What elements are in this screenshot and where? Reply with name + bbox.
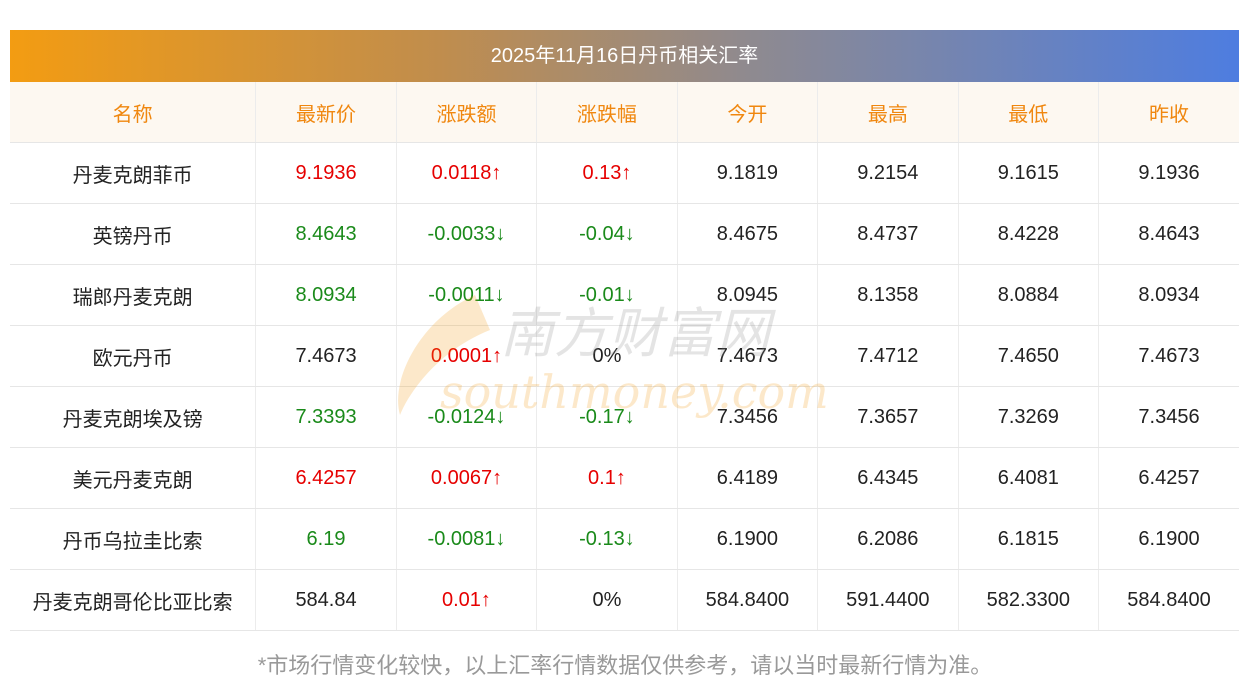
table-header-row: 名称 最新价 涨跌额 涨跌幅 今开 最高 最低 昨收 xyxy=(10,82,1239,143)
row-pct: -0.04↓ xyxy=(536,203,678,265)
row-latest: 7.4673 xyxy=(255,325,397,387)
row-name: 丹麦克朗埃及镑 xyxy=(10,386,256,448)
row-high: 8.1358 xyxy=(817,264,959,326)
row-high: 7.4712 xyxy=(817,325,959,387)
row-high: 6.2086 xyxy=(817,508,959,570)
row-high: 6.4345 xyxy=(817,447,959,509)
table-row: 欧元丹币 7.4673 0.0001↑ 0% 7.4673 7.4712 7.4… xyxy=(10,325,1239,387)
table-row: 美元丹麦克朗 6.4257 0.0067↑ 0.1↑ 6.4189 6.4345… xyxy=(10,447,1239,509)
row-low: 8.4228 xyxy=(957,203,1099,265)
col-header-latest: 最新价 xyxy=(255,82,397,143)
row-name: 丹麦克朗哥伦比亚比索 xyxy=(10,569,256,631)
row-low: 7.4650 xyxy=(957,325,1099,387)
row-change: -0.0124↓ xyxy=(395,386,537,448)
row-name: 英镑丹币 xyxy=(10,203,256,265)
row-change: 0.0118↑ xyxy=(395,142,537,204)
row-open: 9.1819 xyxy=(676,142,818,204)
row-open: 8.4675 xyxy=(676,203,818,265)
col-header-low: 最低 xyxy=(957,82,1099,143)
row-change: -0.0081↓ xyxy=(395,508,537,570)
col-header-prev: 昨收 xyxy=(1098,82,1239,143)
row-prev: 7.3456 xyxy=(1098,386,1239,448)
row-open: 7.4673 xyxy=(676,325,818,387)
table-row: 英镑丹币 8.4643 -0.0033↓ -0.04↓ 8.4675 8.473… xyxy=(10,203,1239,265)
row-pct: -0.17↓ xyxy=(536,386,678,448)
row-pct: 0.13↑ xyxy=(536,142,678,204)
col-header-open: 今开 xyxy=(676,82,818,143)
rate-table-container: 2025年11月16日丹币相关汇率 名称 最新价 涨跌额 涨跌幅 今开 最高 最… xyxy=(10,30,1239,631)
row-latest: 9.1936 xyxy=(255,142,397,204)
row-prev: 8.4643 xyxy=(1098,203,1239,265)
row-open: 6.1900 xyxy=(676,508,818,570)
row-low: 9.1615 xyxy=(957,142,1099,204)
table-row: 丹麦克朗菲币 9.1936 0.0118↑ 0.13↑ 9.1819 9.215… xyxy=(10,142,1239,204)
row-pct: 0.1↑ xyxy=(536,447,678,509)
row-open: 584.8400 xyxy=(676,569,818,631)
row-open: 6.4189 xyxy=(676,447,818,509)
row-prev: 9.1936 xyxy=(1098,142,1239,204)
row-high: 7.3657 xyxy=(817,386,959,448)
row-latest: 8.4643 xyxy=(255,203,397,265)
row-pct: -0.01↓ xyxy=(536,264,678,326)
col-header-name: 名称 xyxy=(10,82,256,143)
row-prev: 6.4257 xyxy=(1098,447,1239,509)
row-change: -0.0033↓ xyxy=(395,203,537,265)
col-header-high: 最高 xyxy=(817,82,959,143)
row-change: 0.0067↑ xyxy=(395,447,537,509)
table-row: 丹麦克朗埃及镑 7.3393 -0.0124↓ -0.17↓ 7.3456 7.… xyxy=(10,386,1239,448)
row-change: -0.0011↓ xyxy=(395,264,537,326)
table-row: 丹币乌拉圭比索 6.19 -0.0081↓ -0.13↓ 6.1900 6.20… xyxy=(10,508,1239,570)
row-low: 6.1815 xyxy=(957,508,1099,570)
row-name: 欧元丹币 xyxy=(10,325,256,387)
row-low: 582.3300 xyxy=(957,569,1099,631)
row-prev: 584.8400 xyxy=(1098,569,1239,631)
row-latest: 584.84 xyxy=(255,569,397,631)
row-pct: 0% xyxy=(536,325,678,387)
row-latest: 8.0934 xyxy=(255,264,397,326)
col-header-pct: 涨跌幅 xyxy=(536,82,678,143)
row-low: 7.3269 xyxy=(957,386,1099,448)
row-change: 0.01↑ xyxy=(395,569,537,631)
row-name: 丹币乌拉圭比索 xyxy=(10,508,256,570)
table-row: 丹麦克朗哥伦比亚比索 584.84 0.01↑ 0% 584.8400 591.… xyxy=(10,569,1239,631)
row-name: 瑞郎丹麦克朗 xyxy=(10,264,256,326)
rate-table: 名称 最新价 涨跌额 涨跌幅 今开 最高 最低 昨收 丹麦克朗菲币 9.1936… xyxy=(10,82,1239,631)
row-name: 美元丹麦克朗 xyxy=(10,447,256,509)
row-low: 8.0884 xyxy=(957,264,1099,326)
col-header-change: 涨跌额 xyxy=(395,82,537,143)
row-prev: 6.1900 xyxy=(1098,508,1239,570)
row-high: 8.4737 xyxy=(817,203,959,265)
row-latest: 7.3393 xyxy=(255,386,397,448)
table-title: 2025年11月16日丹币相关汇率 xyxy=(10,30,1239,82)
row-high: 9.2154 xyxy=(817,142,959,204)
row-open: 8.0945 xyxy=(676,264,818,326)
table-row: 瑞郎丹麦克朗 8.0934 -0.0011↓ -0.01↓ 8.0945 8.1… xyxy=(10,264,1239,326)
row-change: 0.0001↑ xyxy=(395,325,537,387)
row-high: 591.4400 xyxy=(817,569,959,631)
row-prev: 8.0934 xyxy=(1098,264,1239,326)
row-pct: -0.13↓ xyxy=(536,508,678,570)
row-latest: 6.19 xyxy=(255,508,397,570)
row-open: 7.3456 xyxy=(676,386,818,448)
row-low: 6.4081 xyxy=(957,447,1099,509)
row-prev: 7.4673 xyxy=(1098,325,1239,387)
disclaimer-footnote: *市场行情变化较快，以上汇率行情数据仅供参考，请以当时最新行情为准。 xyxy=(257,653,993,678)
row-latest: 6.4257 xyxy=(255,447,397,509)
row-pct: 0% xyxy=(536,569,678,631)
row-name: 丹麦克朗菲币 xyxy=(10,142,256,204)
